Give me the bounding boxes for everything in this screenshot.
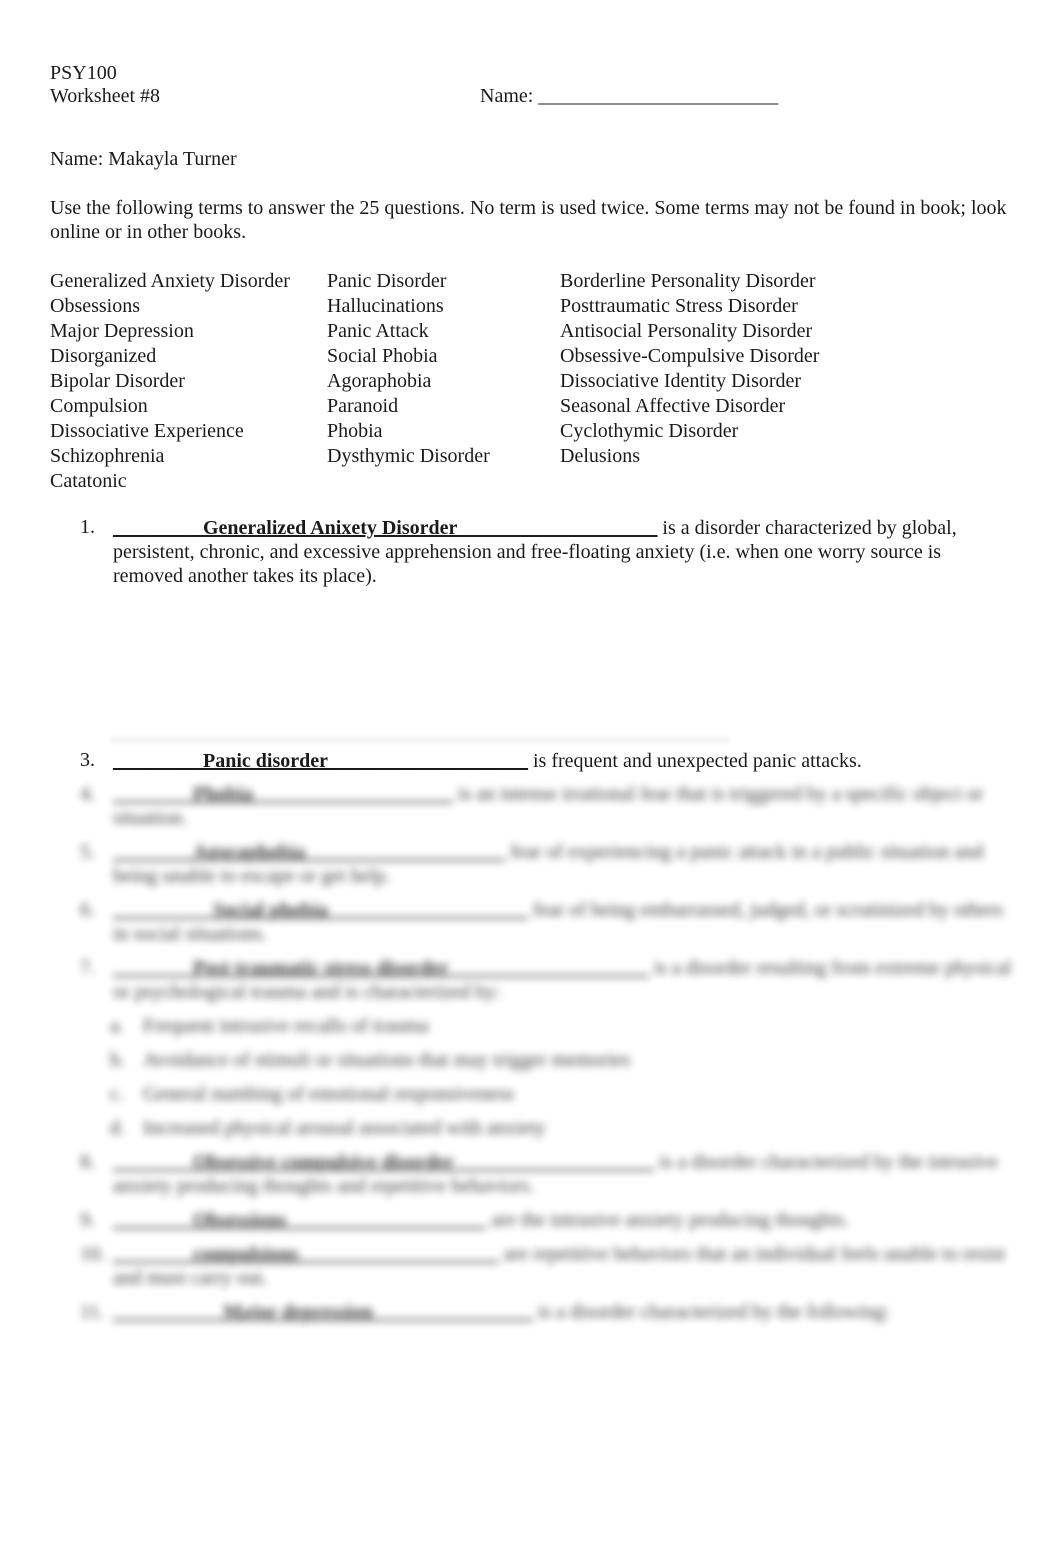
answer-blank-before: _______ — [113, 750, 183, 772]
blurred-question: 10. ________compulsions_________________… — [80, 1242, 1015, 1290]
term: Catatonic — [50, 470, 127, 492]
terms-column-3: Borderline Personality Disorder Posttrau… — [560, 269, 819, 469]
question-number: 3. — [80, 749, 95, 771]
answer: Generalized Anixety Disorder — [203, 517, 458, 539]
term: Dysthymic Disorder — [327, 445, 490, 467]
question-number: 9. — [80, 1209, 95, 1231]
term: Dissociative Experience — [50, 420, 244, 442]
answer-blank-after: ____________________ — [457, 517, 658, 539]
answer: __________Social phobia_________________… — [113, 899, 529, 921]
question-text: is a disorder characterized by the follo… — [532, 1301, 890, 1323]
blurred-question: 11. ___________Major depression_________… — [80, 1300, 1015, 1324]
subitem-text: General numbing of emotional responsiven… — [143, 1083, 515, 1105]
term: Posttraumatic Stress Disorder — [560, 295, 798, 317]
blurred-question: 4. ________Phobia____________________ is… — [80, 782, 1015, 830]
question-text: are the intrusive anxiety producing thou… — [486, 1209, 850, 1231]
term: Obsessions — [50, 295, 141, 317]
term: Cyclothymic Disorder — [560, 420, 739, 442]
term: Hallucinations — [327, 295, 444, 317]
blurred-subitem: c. General numbing of emotional responsiv… — [110, 1082, 1015, 1106]
blurred-question: 5. ________Agoraphobia__________________… — [80, 840, 1015, 888]
question-number: 8. — [80, 1151, 95, 1173]
question-number: 1. — [80, 516, 95, 538]
hidden-question-2-fade — [110, 736, 730, 744]
question-number: 7. — [80, 957, 95, 979]
answer: ________Obsessive compulsive disorder___… — [113, 1151, 655, 1173]
blurred-question: 9. ________Obsessions___________________… — [80, 1208, 1015, 1232]
blurred-question: 6. __________Social phobia______________… — [80, 898, 1015, 946]
term: Phobia — [327, 420, 383, 442]
question-number: 11. — [80, 1301, 105, 1323]
term: Schizophrenia — [50, 445, 165, 467]
subitem-letter: b. — [110, 1049, 125, 1071]
course-code: PSY100 — [50, 62, 117, 84]
blurred-question: 8. ________Obsessive compulsive disorder… — [80, 1150, 1015, 1198]
blurred-subitem: d. Increased physical arousal associated … — [110, 1116, 1015, 1140]
subitem-letter: a. — [110, 1015, 124, 1037]
term: Dissociative Identity Disorder — [560, 370, 802, 392]
answer-blank-before: _________ — [113, 517, 203, 539]
answer: ___________Major depression_____________… — [113, 1301, 533, 1323]
instructions: Use the following terms to answer the 25… — [50, 197, 1007, 243]
term: Major Depression — [50, 320, 194, 342]
subitem-letter: c. — [110, 1083, 124, 1105]
term: Bipolar Disorder — [50, 370, 185, 392]
answer-blank-after: ____________________ — [328, 750, 528, 772]
question-number: 6. — [80, 899, 95, 921]
term: Antisocial Personality Disorder — [560, 320, 813, 342]
answer: ________compulsions____________________ — [113, 1243, 499, 1265]
term: Compulsion — [50, 395, 148, 417]
blurred-subitem: b. Avoidance of stimuli or situations tha… — [110, 1048, 1015, 1072]
term: Borderline Personality Disorder — [560, 270, 816, 292]
answer: __Panic disorder — [183, 750, 328, 772]
question-number: 10. — [80, 1243, 105, 1265]
subitem-text: Increased physical arousal associated wi… — [143, 1117, 546, 1139]
term: Generalized Anxiety Disorder — [50, 270, 290, 292]
term: Agoraphobia — [327, 370, 432, 392]
worksheet-title: Worksheet #8 — [50, 85, 161, 107]
question-number: 5. — [80, 841, 95, 863]
question-text: is frequent and unexpected panic attacks… — [528, 750, 862, 772]
answer: ________Obsessions____________________ — [113, 1209, 487, 1231]
terms-column-1: Generalized Anxiety Disorder Obsessions … — [50, 269, 290, 494]
terms-column-2: Panic Disorder Hallucinations Panic Atta… — [327, 269, 490, 469]
blurred-preview-region: 4. ________Phobia____________________ is… — [80, 782, 1015, 1334]
term: Seasonal Affective Disorder — [560, 395, 786, 417]
name-field-label: Name: ________________________ — [480, 85, 779, 107]
term: Panic Attack — [327, 320, 429, 342]
term: Disorganized — [50, 345, 157, 367]
term: Panic Disorder — [327, 270, 447, 292]
question-number: 4. — [80, 783, 95, 805]
subitem-letter: d. — [110, 1117, 125, 1139]
worksheet-page: PSY100 Worksheet #8 Name: ______________… — [0, 0, 1062, 1556]
blurred-subitem: a. Frequent intrusive recalls of trauma — [110, 1014, 1015, 1038]
blurred-question: 7. ________Post traumatic stress disorde… — [80, 956, 1015, 1004]
term: Delusions — [560, 445, 640, 467]
subitem-text: Avoidance of stimuli or situations that … — [143, 1049, 631, 1071]
term: Paranoid — [327, 395, 399, 417]
answer: ________Agoraphobia____________________ — [113, 841, 506, 863]
student-name: Name: Makayla Turner — [50, 148, 237, 170]
term: Social Phobia — [327, 345, 438, 367]
answer: ________Post traumatic stress disorder__… — [113, 957, 649, 979]
subitem-text: Frequent intrusive recalls of trauma — [143, 1015, 429, 1037]
answer: ________Phobia____________________ — [113, 783, 454, 805]
term: Obsessive-Compulsive Disorder — [560, 345, 820, 367]
